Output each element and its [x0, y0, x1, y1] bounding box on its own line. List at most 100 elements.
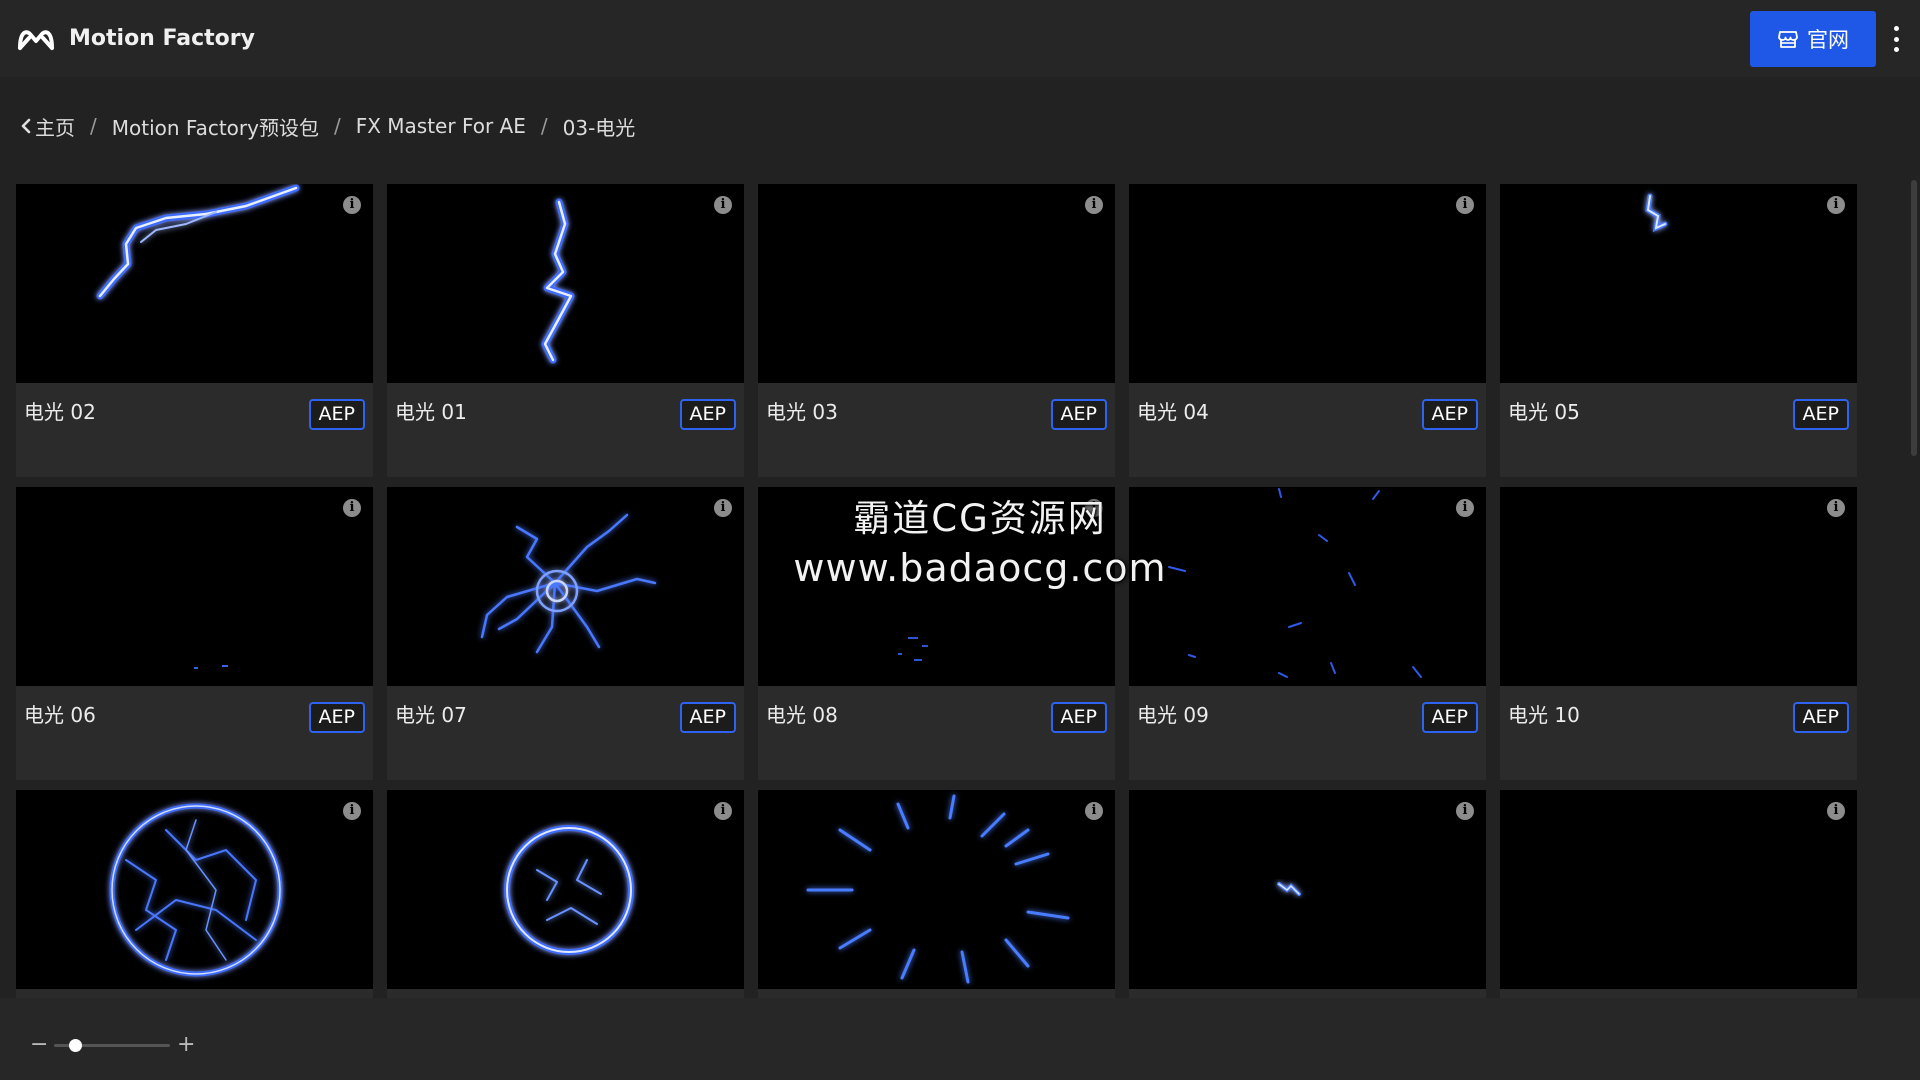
preview-image	[1500, 487, 1857, 686]
info-icon[interactable]: i	[1456, 802, 1474, 820]
format-badge: AEP	[1050, 399, 1107, 430]
preset-preview[interactable]	[16, 487, 373, 686]
format-badge: AEP	[679, 399, 736, 430]
info-icon[interactable]: i	[1085, 802, 1103, 820]
breadcrumb-preset-pack[interactable]: Motion Factory预设包	[112, 112, 319, 141]
info-icon[interactable]: i	[1085, 499, 1103, 517]
info-icon[interactable]: i	[714, 802, 732, 820]
preset-preview[interactable]	[1129, 184, 1486, 383]
preset-title: 电光 02	[24, 400, 96, 424]
format-badge: AEP	[1421, 399, 1478, 430]
preview-image	[194, 665, 228, 669]
info-icon[interactable]: i	[343, 802, 361, 820]
info-icon[interactable]: i	[343, 196, 361, 214]
preset-preview[interactable]	[387, 487, 744, 686]
preview-image	[758, 184, 1115, 383]
breadcrumb-home[interactable]: 主页	[35, 112, 75, 141]
breadcrumb: 主页 / Motion Factory预设包 / FX Master For A…	[20, 110, 635, 142]
preview-image	[1129, 184, 1486, 383]
preview-image	[504, 825, 634, 955]
format-badge: AEP	[308, 702, 365, 733]
preview-image	[898, 637, 928, 661]
more-vertical-icon[interactable]	[1886, 22, 1906, 56]
preset-card[interactable]: i	[758, 790, 1115, 998]
preset-card[interactable]: i	[1129, 790, 1486, 998]
breadcrumb-fx-master[interactable]: FX Master For AE	[356, 114, 526, 138]
info-icon[interactable]: i	[1085, 196, 1103, 214]
format-badge: AEP	[1421, 702, 1478, 733]
preset-card[interactable]: i	[387, 790, 744, 998]
preset-title: 电光 09	[1137, 703, 1209, 727]
breadcrumb-separator: /	[90, 114, 97, 138]
preview-image	[1500, 790, 1857, 989]
motion-factory-logo-icon	[18, 29, 54, 50]
preset-title: 电光 07	[395, 703, 467, 727]
preset-card[interactable]: i 电光 01 AEP	[387, 184, 744, 477]
preset-title: 电光 03	[766, 400, 838, 424]
info-icon[interactable]: i	[1456, 499, 1474, 517]
format-badge: AEP	[1792, 702, 1849, 733]
preset-card[interactable]: i	[16, 790, 373, 998]
zoom-out-button[interactable]: −	[30, 1034, 48, 1056]
preset-card[interactable]: i 电光 04 AEP	[1129, 184, 1486, 477]
format-badge: AEP	[308, 399, 365, 430]
preset-title: 电光 01	[395, 400, 467, 424]
preset-preview[interactable]	[1500, 790, 1857, 989]
breadcrumb-current: 03-电光	[562, 115, 636, 140]
preset-preview[interactable]	[1129, 487, 1486, 686]
breadcrumb-separator: /	[333, 114, 341, 138]
preset-preview[interactable]	[16, 790, 373, 989]
info-icon[interactable]: i	[714, 499, 732, 517]
zoom-in-button[interactable]: +	[177, 1034, 195, 1056]
store-icon	[1778, 31, 1798, 48]
preset-title: 电光 08	[766, 703, 838, 727]
official-site-label: 官网	[1807, 28, 1849, 52]
preview-image	[96, 184, 300, 300]
preview-image	[1168, 488, 1422, 678]
preset-preview[interactable]	[1500, 184, 1857, 383]
info-icon[interactable]: i	[1827, 802, 1845, 820]
preset-grid: i 电光 02 AEP i 电光 01 AEP i 电光 03 AEP i 电光 04 AEP i 电光 …	[16, 184, 1857, 998]
preset-card[interactable]: i 电光 09 AEP	[1129, 487, 1486, 780]
preset-card[interactable]: i 电光 05 AEP	[1500, 184, 1857, 477]
official-site-button[interactable]: 官网	[1750, 11, 1876, 67]
preset-preview[interactable]	[758, 790, 1115, 989]
format-badge: AEP	[1050, 702, 1107, 733]
preset-card[interactable]: i 电光 03 AEP	[758, 184, 1115, 477]
preset-preview[interactable]	[1500, 487, 1857, 686]
preset-preview[interactable]	[387, 790, 744, 989]
preview-image	[1277, 882, 1301, 896]
preset-preview[interactable]	[387, 184, 744, 383]
preset-card[interactable]: i 电光 02 AEP	[16, 184, 373, 477]
preview-image	[109, 803, 283, 977]
preset-card[interactable]: i 电光 08 AEP	[758, 487, 1115, 780]
format-badge: AEP	[1792, 399, 1849, 430]
preset-preview[interactable]	[758, 487, 1115, 686]
preset-title: 电光 06	[24, 703, 96, 727]
info-icon[interactable]: i	[1827, 499, 1845, 517]
preset-card[interactable]: i 电光 07 AEP	[387, 487, 744, 780]
info-icon[interactable]: i	[714, 196, 732, 214]
brand[interactable]: Motion Factory	[16, 24, 255, 54]
preset-title: 电光 10	[1508, 703, 1580, 727]
preset-title: 电光 05	[1508, 400, 1580, 424]
preset-title: 电光 04	[1137, 400, 1209, 424]
top-bar: Motion Factory 官网	[0, 0, 1920, 77]
info-icon[interactable]: i	[1827, 196, 1845, 214]
preview-image	[480, 513, 657, 654]
preset-preview[interactable]	[758, 184, 1115, 383]
info-icon[interactable]: i	[1456, 196, 1474, 214]
scrollbar-thumb[interactable]	[1911, 180, 1917, 456]
zoom-slider-handle[interactable]	[68, 1039, 82, 1052]
preview-image	[806, 794, 1070, 984]
bottom-bar	[0, 998, 1920, 1080]
preset-card[interactable]: i	[1500, 790, 1857, 998]
app-name: Motion Factory	[69, 26, 255, 51]
preset-card[interactable]: i 电光 06 AEP	[16, 487, 373, 780]
preset-preview[interactable]	[16, 184, 373, 383]
preview-image	[541, 198, 575, 364]
chevron-left-icon[interactable]	[20, 118, 32, 134]
info-icon[interactable]: i	[343, 499, 361, 517]
preset-preview[interactable]	[1129, 790, 1486, 989]
preset-card[interactable]: i 电光 10 AEP	[1500, 487, 1857, 780]
